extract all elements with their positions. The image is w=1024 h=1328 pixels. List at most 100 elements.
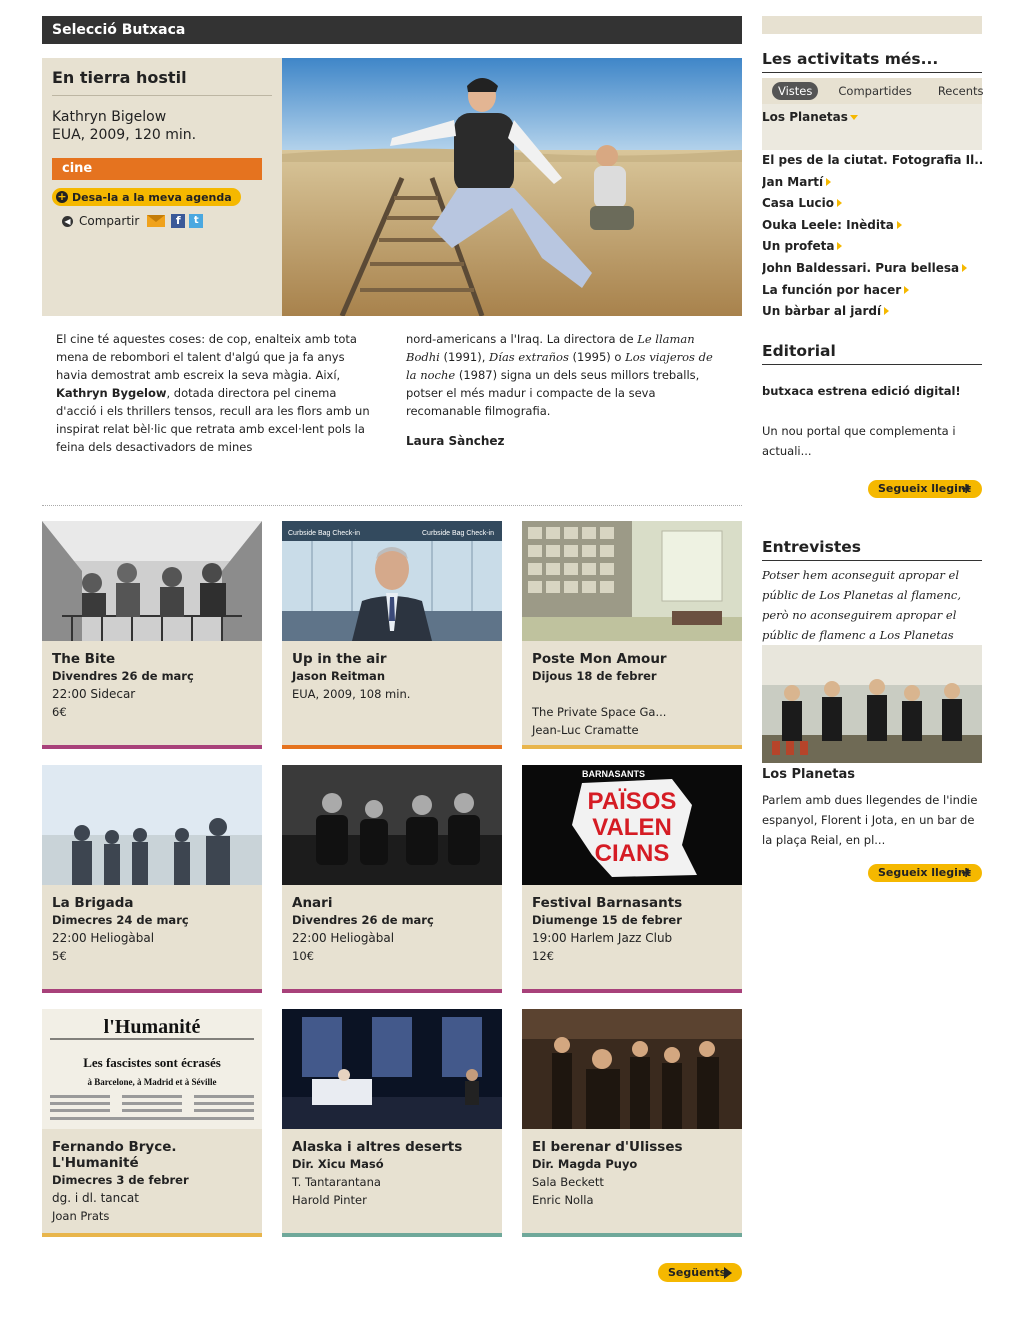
event-card[interactable]: La Brigada Dimecres 24 de març 22:00 Hel… bbox=[42, 765, 262, 993]
twitter-icon[interactable]: t bbox=[189, 214, 204, 228]
card-title[interactable]: Fernando Bryce. L'Humanité bbox=[42, 1129, 262, 1171]
interview-quote: Potser hem aconseguit apropar el públic … bbox=[762, 568, 961, 642]
event-card[interactable]: Poste Mon Amour Dijous 18 de febrer The … bbox=[522, 521, 742, 749]
plus-icon: + bbox=[960, 481, 972, 497]
card-title[interactable]: Festival Barnasants bbox=[522, 885, 742, 911]
highlighted-name: Kathryn Bygelow bbox=[56, 386, 167, 400]
card-thumbnail[interactable] bbox=[522, 1009, 742, 1129]
card-spacer bbox=[522, 685, 742, 703]
event-card[interactable]: Anari Divendres 26 de març 22:00 Heliogà… bbox=[282, 765, 502, 993]
featured-text-col2: nord-americans a l'Iraq. La directora de… bbox=[406, 330, 726, 450]
arrow-icon bbox=[836, 199, 842, 208]
card-thumbnail[interactable]: BARNASANTS PAÏSOS VALEN CIANS bbox=[522, 765, 742, 885]
newspaper-headline: Les fascistes sont écrasés bbox=[83, 1055, 221, 1070]
card-title[interactable]: La Brigada bbox=[42, 885, 262, 911]
event-card[interactable]: The Bite Divendres 26 de març 22:00 Side… bbox=[42, 521, 262, 749]
agenda-label: Desa-la a la meva agenda bbox=[72, 190, 232, 204]
card-title[interactable]: Up in the air bbox=[282, 641, 502, 667]
category-tag[interactable]: cine bbox=[52, 158, 274, 180]
event-card[interactable]: Alaska i altres deserts Dir. Xicu Masó T… bbox=[282, 1009, 502, 1237]
event-card[interactable]: Curbside Bag Check-in Curbside Bag Check… bbox=[282, 521, 502, 749]
share-label[interactable]: Compartir bbox=[79, 214, 139, 228]
card-date: Dimecres 3 de febrer bbox=[52, 1173, 189, 1187]
card-thumbnail[interactable]: Curbside Bag Check-in Curbside Bag Check… bbox=[282, 521, 502, 641]
card-meta: EUA, 2009, 108 min. bbox=[292, 687, 411, 701]
card-thumbnail[interactable] bbox=[42, 521, 262, 641]
tab-vistes[interactable]: Vistes bbox=[772, 82, 819, 100]
card-title[interactable]: Poste Mon Amour bbox=[522, 641, 742, 667]
category-bar bbox=[282, 1233, 502, 1237]
poster-text: PAÏSOS bbox=[588, 788, 677, 815]
featured-info: En tierra hostil Kathryn Bigelow EUA, 20… bbox=[42, 58, 282, 316]
card-venue: T. Tantarantana bbox=[292, 1175, 381, 1189]
arrow-icon bbox=[826, 177, 832, 186]
card-venue: 22:00 Heliogàbal bbox=[52, 931, 155, 945]
next-button[interactable]: Següents bbox=[658, 1263, 742, 1282]
next-label: Següents bbox=[668, 1266, 727, 1279]
card-date: Divendres 26 de març bbox=[292, 913, 434, 927]
poster-top-text: BARNASANTS bbox=[582, 769, 645, 779]
list-item[interactable]: Jan Martí bbox=[762, 172, 982, 194]
list-item[interactable]: Casa Lucio bbox=[762, 193, 982, 215]
arrow-icon bbox=[837, 242, 843, 251]
card-title[interactable]: The Bite bbox=[42, 641, 262, 667]
category-bar bbox=[42, 1233, 262, 1237]
card-price: 12€ bbox=[532, 949, 554, 963]
interview-name[interactable]: Los Planetas bbox=[762, 765, 982, 785]
poster-text: VALEN bbox=[592, 814, 672, 841]
editorial-heading: Editorial bbox=[762, 342, 982, 365]
card-price: 6€ bbox=[52, 705, 67, 719]
arrow-icon bbox=[962, 263, 968, 272]
category-bar bbox=[42, 989, 262, 993]
arrow-icon bbox=[904, 285, 910, 294]
activities-list: El pes de la ciutat. Fotografia Il... Ja… bbox=[762, 150, 982, 323]
category-bar bbox=[522, 989, 742, 993]
tab-recents[interactable]: Recents bbox=[932, 82, 990, 100]
card-thumbnail[interactable] bbox=[282, 1009, 502, 1129]
email-icon[interactable] bbox=[147, 215, 166, 227]
card-date: Dimecres 24 de març bbox=[52, 913, 189, 927]
category-bar bbox=[522, 745, 742, 749]
card-title[interactable]: Alaska i altres deserts bbox=[282, 1129, 502, 1155]
interviews-heading: Entrevistes bbox=[762, 538, 982, 561]
interview-photo[interactable] bbox=[762, 645, 982, 763]
card-title[interactable]: El berenar d'Ulisses bbox=[522, 1129, 742, 1155]
read-more-button-2[interactable]: Segueix llegint + bbox=[868, 864, 982, 882]
author: Laura Sànchez bbox=[406, 434, 505, 448]
event-card[interactable]: BARNASANTS PAÏSOS VALEN CIANS Festival B… bbox=[522, 765, 742, 993]
read-more-button[interactable]: Segueix llegint + bbox=[868, 480, 982, 498]
list-item[interactable]: Ouka Leele: Inèdita bbox=[762, 215, 982, 237]
list-item[interactable]: John Baldessari. Pura bellesa bbox=[762, 258, 982, 280]
card-thumbnail[interactable] bbox=[522, 521, 742, 641]
featured-text-col1: El cine té aquestes coses: de cop, enalt… bbox=[56, 332, 370, 454]
save-to-agenda-button[interactable]: + Desa-la a la meva agenda bbox=[52, 188, 241, 206]
share-row: ◀ Compartir f t bbox=[52, 214, 272, 228]
facebook-icon[interactable]: f bbox=[171, 214, 186, 228]
card-thumbnail[interactable] bbox=[42, 765, 262, 885]
list-item[interactable]: La función por hacer bbox=[762, 280, 982, 302]
event-card[interactable]: l'Humanité Les fascistes sont écrasés à … bbox=[42, 1009, 262, 1237]
editorial-headline[interactable]: butxaca estrena edició digital! bbox=[762, 381, 982, 401]
card-director: Dir. Xicu Masó bbox=[292, 1157, 384, 1171]
card-date: Dijous 18 de febrer bbox=[532, 669, 657, 683]
newspaper-masthead: l'Humanité bbox=[104, 1016, 201, 1038]
card-hours: dg. i dl. tancat bbox=[52, 1191, 139, 1205]
featured-title[interactable]: En tierra hostil bbox=[52, 68, 272, 96]
list-item[interactable]: Un bàrbar al jardí bbox=[762, 301, 982, 323]
category-bar bbox=[42, 745, 262, 749]
card-title[interactable]: Anari bbox=[282, 885, 502, 911]
card-thumbnail[interactable] bbox=[282, 765, 502, 885]
list-item[interactable]: El pes de la ciutat. Fotografia Il... bbox=[762, 150, 982, 172]
category-bar bbox=[282, 745, 502, 749]
card-director: Dir. Magda Puyo bbox=[532, 1157, 638, 1171]
card-venue: Sala Beckett bbox=[532, 1175, 604, 1189]
top-activity-link[interactable]: Los Planetas bbox=[762, 110, 848, 124]
card-price: 10€ bbox=[292, 949, 314, 963]
sign-text: Curbside Bag Check-in bbox=[288, 530, 360, 537]
activities-heading: Les activitats més... bbox=[762, 50, 982, 73]
list-item[interactable]: Un profeta bbox=[762, 236, 982, 258]
tab-compartides[interactable]: Compartides bbox=[832, 82, 917, 100]
card-thumbnail[interactable]: l'Humanité Les fascistes sont écrasés à … bbox=[42, 1009, 262, 1129]
featured-photo[interactable] bbox=[282, 58, 742, 316]
event-card[interactable]: El berenar d'Ulisses Dir. Magda Puyo Sal… bbox=[522, 1009, 742, 1237]
